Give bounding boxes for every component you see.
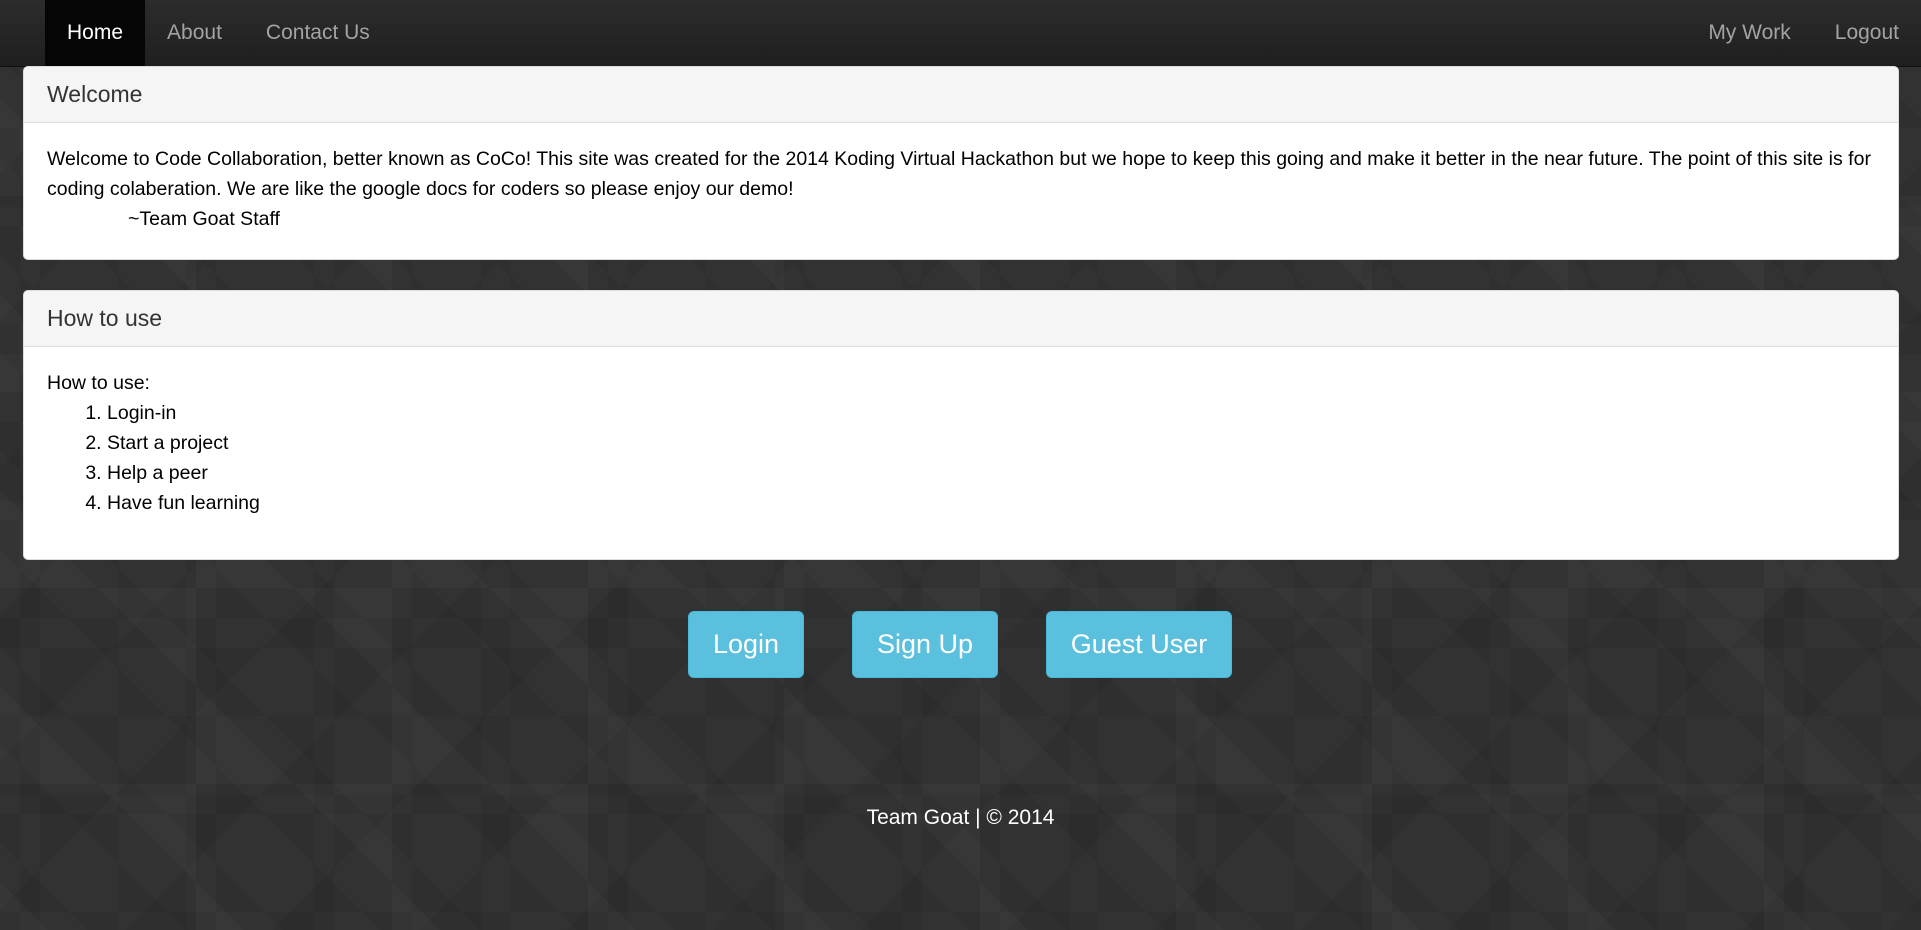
welcome-text: Welcome to Code Collaboration, better kn… [47,148,1871,200]
nav-logout-link[interactable]: Logout [1813,0,1921,66]
footer-text: Team Goat | © 2014 [866,806,1055,829]
howto-steps-list: Login-in Start a project Help a peer Hav… [47,398,1875,518]
welcome-panel-title: Welcome [24,67,1898,123]
howto-step: Start a project [107,428,1875,458]
top-navbar: Home About Contact Us My Work Logout [0,0,1921,67]
nav-contact-link[interactable]: Contact Us [244,0,392,66]
welcome-panel-body: Welcome to Code Collaboration, better kn… [24,123,1898,252]
action-buttons: Login Sign Up Guest User [0,611,1921,678]
nav-right-group: My Work Logout [1686,0,1921,66]
guest-user-button[interactable]: Guest User [1046,611,1232,678]
howto-step: Have fun learning [107,488,1875,518]
nav-my-work-link[interactable]: My Work [1686,0,1812,66]
welcome-signature: ~Team Goat Staff [128,208,280,230]
howto-step: Login-in [107,398,1875,428]
howto-step: Help a peer [107,458,1875,488]
howto-panel-body: How to use: Login-in Start a project Hel… [24,347,1898,536]
welcome-panel: Welcome Welcome to Code Collaboration, b… [23,66,1899,260]
nav-home-link[interactable]: Home [45,0,146,66]
howto-panel-title: How to use [24,291,1898,347]
howto-panel: How to use How to use: Login-in Start a … [23,290,1899,560]
login-button[interactable]: Login [688,611,804,678]
howto-intro: How to use: [47,372,150,394]
nav-left-group: Home About Contact Us [45,0,392,66]
signup-button[interactable]: Sign Up [852,611,998,678]
nav-about-link[interactable]: About [145,0,244,66]
